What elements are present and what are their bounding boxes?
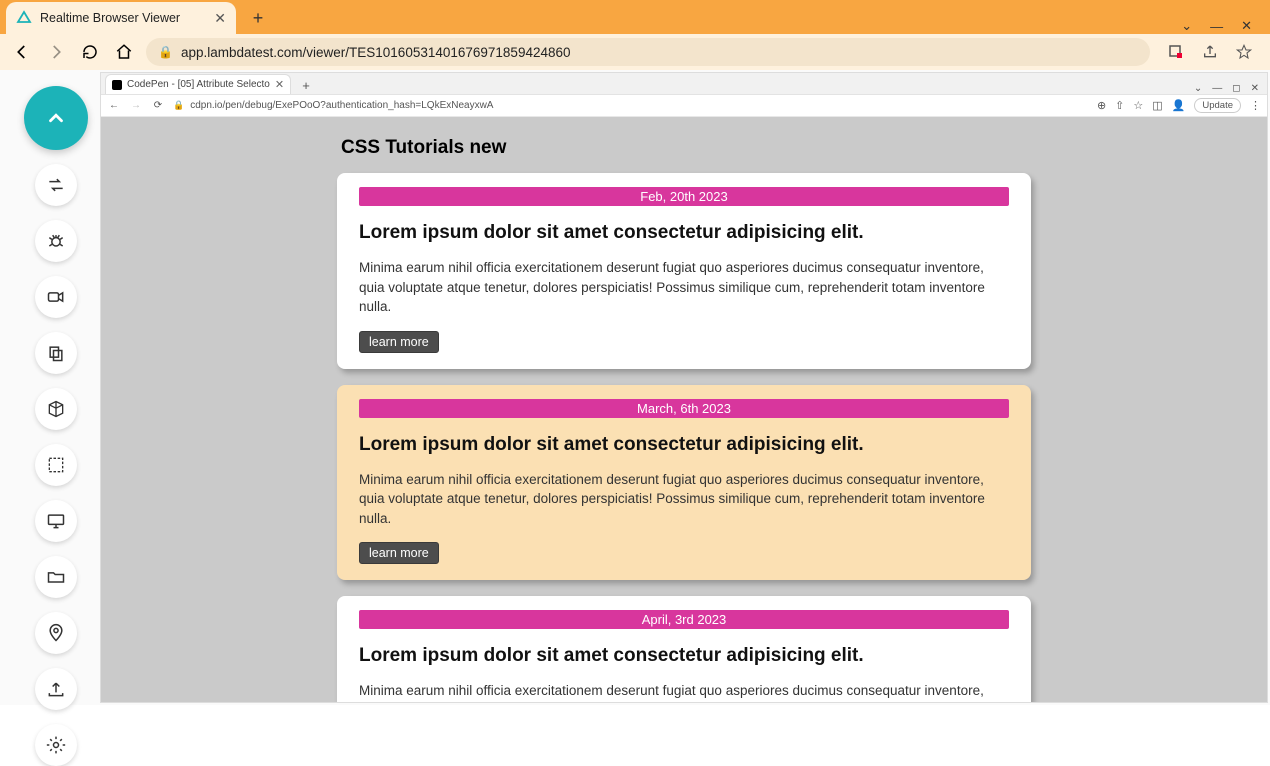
tab-title: Realtime Browser Viewer xyxy=(40,11,180,25)
zoom-icon[interactable]: ⊕ xyxy=(1097,99,1106,112)
video-icon[interactable] xyxy=(35,276,77,318)
inner-profile-icon[interactable]: 👤 xyxy=(1172,99,1186,112)
inner-back-button[interactable]: ← xyxy=(107,100,121,111)
browser-tab[interactable]: Realtime Browser Viewer ✕ xyxy=(6,2,236,34)
bookmark-star-icon[interactable] xyxy=(1234,42,1254,62)
card-body: Minima earum nihil officia exercitatione… xyxy=(359,258,1009,317)
upload-icon[interactable] xyxy=(35,668,77,710)
new-tab-button[interactable]: + xyxy=(244,4,272,32)
inner-window-maximize-icon[interactable]: ◻ xyxy=(1232,83,1240,94)
card-body: Minima earum nihil officia exercitatione… xyxy=(359,470,1009,529)
card-date: March, 6th 2023 xyxy=(359,399,1009,418)
settings-icon[interactable] xyxy=(35,724,77,766)
inner-star-icon[interactable]: ☆ xyxy=(1133,99,1143,112)
page-title: CSS Tutorials new xyxy=(337,137,1031,159)
lambdatest-sidebar xyxy=(24,86,88,766)
inner-lock-icon: 🔒 xyxy=(173,100,184,111)
folder-icon[interactable] xyxy=(35,556,77,598)
bug-icon[interactable] xyxy=(35,220,77,262)
article-card: April, 3rd 2023 Lorem ipsum dolor sit ame… xyxy=(337,596,1031,702)
inner-url-text: cdpn.io/pen/debug/ExePOoO?authentication… xyxy=(190,100,493,111)
window-chevron-icon[interactable]: ⌄ xyxy=(1181,18,1192,34)
collapse-fab-button[interactable] xyxy=(24,86,88,150)
learn-more-button[interactable]: learn more xyxy=(359,542,439,564)
inner-forward-button[interactable]: → xyxy=(129,100,143,111)
lambdatest-favicon xyxy=(16,10,32,26)
page-content: CSS Tutorials new Feb, 20th 2023 Lorem ip… xyxy=(101,117,1267,702)
reload-button[interactable] xyxy=(78,40,102,64)
inner-window-minimize-icon[interactable]: — xyxy=(1212,83,1222,94)
inner-menu-icon[interactable]: ⋮ xyxy=(1250,99,1261,112)
lock-icon: 🔒 xyxy=(158,45,173,59)
share-icon[interactable] xyxy=(1200,42,1220,62)
url-text: app.lambdatest.com/viewer/TES10160531401… xyxy=(181,45,571,60)
card-heading: Lorem ipsum dolor sit amet consectetur a… xyxy=(359,434,1009,456)
extension-icon[interactable] xyxy=(1166,42,1186,62)
article-card: Feb, 20th 2023 Lorem ipsum dolor sit amet… xyxy=(337,173,1031,369)
inner-browser-tab[interactable]: CodePen - [05] Attribute Selecto ✕ xyxy=(105,74,291,94)
inner-browser: CodePen - [05] Attribute Selecto ✕ + ⌄ —… xyxy=(100,72,1268,703)
learn-more-button[interactable]: learn more xyxy=(359,331,439,353)
inner-new-tab-button[interactable]: + xyxy=(297,76,315,94)
tab-close-icon[interactable]: ✕ xyxy=(214,10,226,27)
inner-window-chevron-icon[interactable]: ⌄ xyxy=(1194,83,1202,94)
article-card: March, 6th 2023 Lorem ipsum dolor sit ame… xyxy=(337,385,1031,581)
copy-icon[interactable] xyxy=(35,332,77,374)
switch-icon[interactable] xyxy=(35,164,77,206)
back-button[interactable] xyxy=(10,40,34,64)
location-icon[interactable] xyxy=(35,612,77,654)
address-bar[interactable]: 🔒 app.lambdatest.com/viewer/TES101605314… xyxy=(146,38,1150,66)
card-heading: Lorem ipsum dolor sit amet consectetur a… xyxy=(359,222,1009,244)
card-heading: Lorem ipsum dolor sit amet consectetur a… xyxy=(359,645,1009,667)
card-body: Minima earum nihil officia exercitatione… xyxy=(359,681,1009,702)
layout-icon[interactable] xyxy=(35,444,77,486)
inner-extensions-icon[interactable]: ◫ xyxy=(1152,99,1162,112)
inner-tab-close-icon[interactable]: ✕ xyxy=(275,78,284,91)
forward-button[interactable] xyxy=(44,40,68,64)
window-close-icon[interactable]: ✕ xyxy=(1241,18,1252,34)
inner-reload-button[interactable]: ⟳ xyxy=(151,100,165,111)
update-button[interactable]: Update xyxy=(1194,98,1241,113)
window-minimize-icon[interactable]: — xyxy=(1210,19,1223,34)
inner-share-icon[interactable]: ⇧ xyxy=(1115,99,1124,112)
inner-tab-title: CodePen - [05] Attribute Selecto xyxy=(127,79,270,90)
inner-address-bar[interactable]: 🔒 cdpn.io/pen/debug/ExePOoO?authenticati… xyxy=(173,100,1089,111)
card-date: Feb, 20th 2023 xyxy=(359,187,1009,206)
cube-icon[interactable] xyxy=(35,388,77,430)
monitor-icon[interactable] xyxy=(35,500,77,542)
card-date: April, 3rd 2023 xyxy=(359,610,1009,629)
inner-window-close-icon[interactable]: ✕ xyxy=(1251,83,1259,94)
codepen-favicon xyxy=(112,80,122,90)
home-button[interactable] xyxy=(112,40,136,64)
